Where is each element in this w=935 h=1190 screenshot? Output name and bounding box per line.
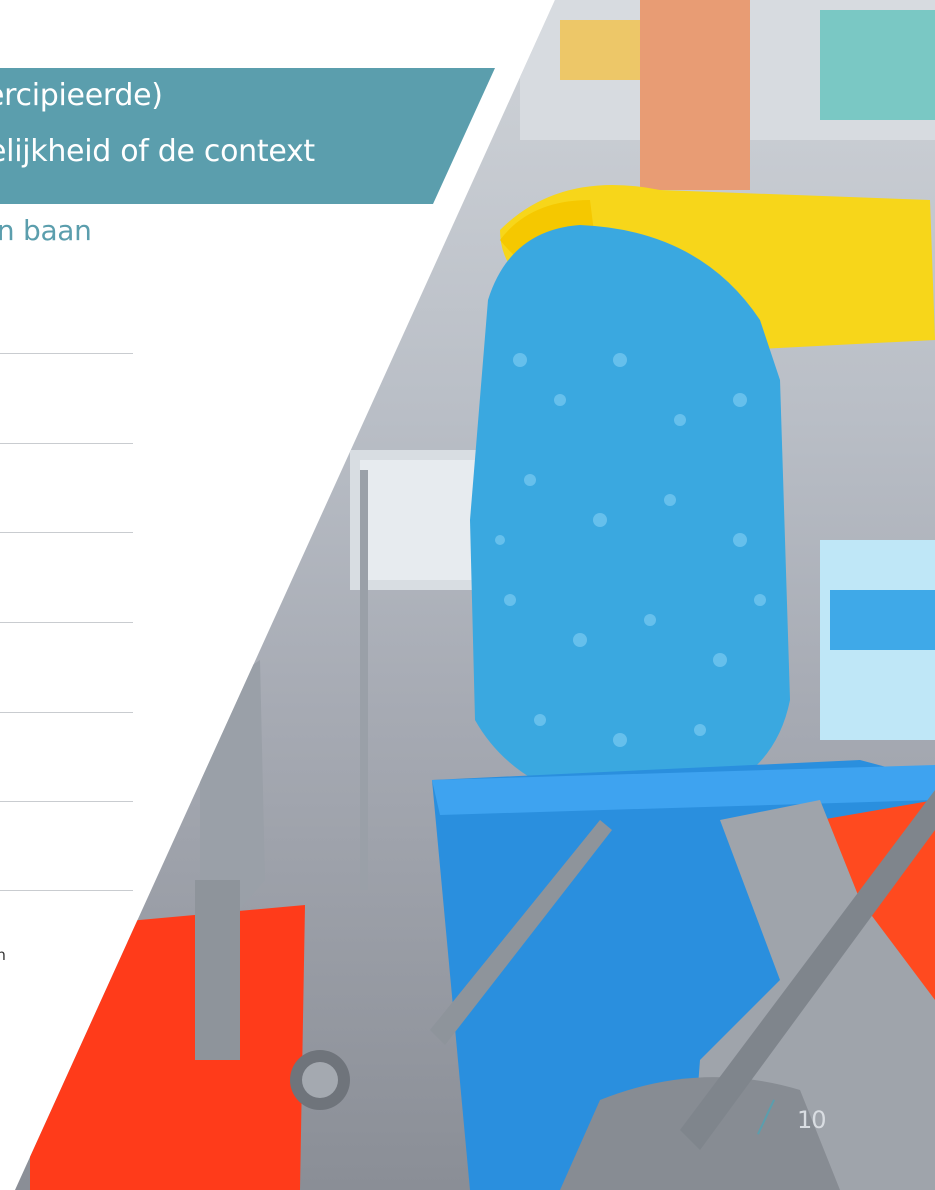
subheading: en baan	[0, 214, 92, 247]
page-number: 10	[797, 1106, 827, 1134]
footnote-text: oon	[0, 946, 6, 964]
divider-line	[0, 443, 133, 444]
divider-line	[0, 712, 133, 713]
slide: ercipieerde) kelijkheid of de context en…	[0, 0, 935, 1190]
banner-title-line-2: kelijkheid of de context	[0, 134, 315, 169]
divider-line	[0, 353, 133, 354]
divider-line	[0, 532, 133, 533]
divider-line	[0, 801, 133, 802]
divider-line	[0, 890, 133, 891]
banner-title-line-1: ercipieerde)	[0, 78, 163, 113]
divider-line	[0, 622, 133, 623]
